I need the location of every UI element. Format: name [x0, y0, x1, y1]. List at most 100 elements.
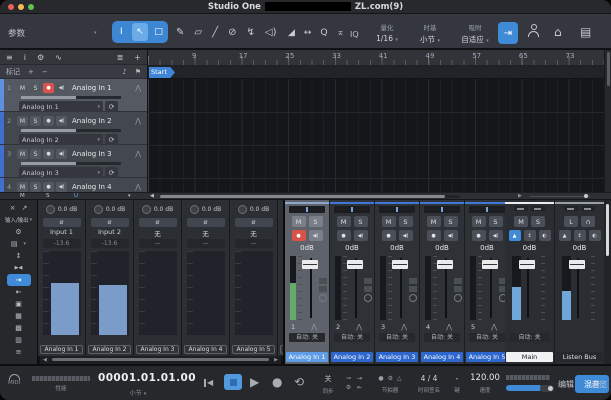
- channel-name-label[interactable]: Analog In 4: [421, 352, 463, 362]
- track-name[interactable]: Analog In 3: [69, 150, 133, 158]
- track-name[interactable]: Analog In 1: [69, 84, 133, 92]
- track-volume-slider[interactable]: [21, 162, 121, 165]
- external-devices-icon[interactable]: ▤: [11, 240, 18, 248]
- flag-icon[interactable]: ⚑: [135, 68, 141, 76]
- fader-value[interactable]: 0dB: [420, 244, 464, 253]
- input-source-name[interactable]: 无: [230, 228, 277, 238]
- mono-icon[interactable]: [364, 294, 372, 302]
- add-track-button[interactable]: +: [134, 53, 141, 62]
- input-refresh-button[interactable]: ⟳: [105, 167, 118, 178]
- scroll-right-icon[interactable]: ▶: [274, 357, 278, 363]
- fader-value[interactable]: 0dB: [330, 244, 374, 253]
- arrange-vertical-scrollbar[interactable]: [604, 50, 611, 192]
- solo-button[interactable]: S: [444, 216, 458, 227]
- input-channel-strip[interactable]: 0.0 dB ø 无 — Analog In 3: [134, 200, 182, 356]
- time-signature[interactable]: 4 / 4 时间签名: [412, 374, 446, 394]
- inputs-horizontal-scrollbar[interactable]: ◀ ▶: [40, 356, 281, 364]
- insert-slot-icon[interactable]: [454, 278, 462, 284]
- play-button[interactable]: ▶: [250, 375, 259, 389]
- metronome-controls[interactable]: ● ⚙ △ 节拍器: [372, 375, 408, 394]
- automation-mode-button[interactable]: 自动: 关: [509, 333, 550, 342]
- monitor-button[interactable]: ◀): [56, 182, 67, 192]
- input-source-name[interactable]: 无: [134, 228, 181, 238]
- record-arm-button[interactable]: ●: [292, 230, 306, 241]
- fader-handle[interactable]: [437, 260, 453, 269]
- phase-invert-button[interactable]: ø: [91, 218, 129, 227]
- bus-trim-knobs[interactable]: [562, 206, 598, 213]
- banks-collapse-icon[interactable]: ⇤: [16, 288, 22, 296]
- channel-strip[interactable]: M S ● ◀) 0dB: [285, 200, 330, 364]
- monitor-button[interactable]: ◀): [444, 230, 458, 241]
- autoscroll-button[interactable]: ⇥: [498, 22, 518, 44]
- send-slot-icon[interactable]: [409, 286, 417, 292]
- mute-button[interactable]: M: [292, 216, 306, 227]
- input-channel-strip[interactable]: 0.0 dB ø Input 2 -13.6 Analog In 2: [86, 200, 134, 356]
- record-arm-button[interactable]: ●: [43, 83, 54, 93]
- solo-button[interactable]: ∩: [581, 216, 595, 227]
- gain-knob[interactable]: [142, 205, 151, 214]
- zoom-in-icon[interactable]: ▶: [518, 193, 522, 200]
- loop-button[interactable]: ⟲: [294, 375, 304, 389]
- expand-channels-icon[interactable]: ↕: [16, 252, 22, 260]
- channel-strip[interactable]: M S ● ◀) 0dB: [375, 200, 420, 364]
- automation-mode-button[interactable]: 自动: 关: [289, 333, 325, 342]
- input-channel-strip[interactable]: 0.0 dB ø 无 — Analog In 5: [230, 200, 278, 356]
- remove-marker-button[interactable]: −: [42, 68, 48, 76]
- monitor-button[interactable]: ◀): [56, 116, 67, 126]
- arrow-tool-icon[interactable]: ↖: [132, 23, 148, 41]
- fade-icon[interactable]: ◢: [288, 28, 295, 38]
- channel-strip[interactable]: M S ● ◀) 0dB: [465, 200, 505, 364]
- insert-slot-icon[interactable]: [364, 278, 372, 284]
- track-row[interactable]: 2 M S ● ◀) Analog In 2 ⋀ Analog In 2▾ ⟳: [0, 112, 147, 145]
- gain-knob[interactable]: [238, 205, 247, 214]
- input-source-name[interactable]: 无: [182, 228, 229, 238]
- punch-out-icon[interactable]: ⇤: [357, 384, 362, 391]
- fader-handle[interactable]: [569, 260, 585, 269]
- timebase-selector[interactable]: 时基 小节 ▾: [410, 22, 450, 45]
- solo-button[interactable]: S: [354, 216, 368, 227]
- record-arm-button[interactable]: ●: [43, 182, 54, 192]
- pointer-tool-group[interactable]: I ↖ □: [112, 21, 168, 43]
- close-mixer-icon[interactable]: ×: [10, 204, 16, 212]
- mute-button[interactable]: M: [427, 216, 441, 227]
- send-slot-icon[interactable]: [319, 286, 327, 292]
- input-select[interactable]: Analog In 1▾: [19, 101, 103, 112]
- dim-button[interactable]: ↕: [524, 230, 536, 241]
- master-level-slider[interactable]: [506, 385, 542, 391]
- fader-value[interactable]: 0dB: [505, 244, 554, 253]
- pan-slider[interactable]: [334, 206, 370, 213]
- speaker-select-button[interactable]: ◐: [589, 230, 601, 241]
- monitor-button[interactable]: ◀): [309, 230, 323, 241]
- record-arm-button[interactable]: ●: [337, 230, 351, 241]
- channel-name-label[interactable]: Analog In 3: [376, 352, 418, 362]
- click-icon[interactable]: ●: [378, 375, 383, 382]
- insert-slot-icon[interactable]: [319, 278, 327, 284]
- record-arm-button[interactable]: ●: [472, 230, 486, 241]
- add-marker-button[interactable]: +: [28, 68, 34, 76]
- banks-panel-icon[interactable]: ⇥: [7, 274, 31, 286]
- input-source-name[interactable]: Input 2: [86, 228, 133, 238]
- fader-handle[interactable]: [347, 260, 363, 269]
- mono-check-button[interactable]: ▲: [559, 230, 571, 241]
- input-channel-label[interactable]: Analog In 4: [184, 345, 227, 354]
- monitor-button[interactable]: ◀): [56, 83, 67, 93]
- mute-button[interactable]: M: [514, 216, 528, 227]
- input-channel-label[interactable]: Analog In 5: [232, 345, 275, 354]
- metronome-settings-icon[interactable]: ⚙: [388, 375, 393, 382]
- stop-button[interactable]: [224, 374, 242, 390]
- input-select[interactable]: Analog In 3▾: [19, 167, 103, 178]
- dim-button[interactable]: ↕: [574, 230, 586, 241]
- user-profile-icon[interactable]: [528, 24, 539, 37]
- solo-button[interactable]: S: [489, 216, 503, 227]
- range-tool-icon[interactable]: I: [113, 23, 129, 41]
- phase-invert-button[interactable]: ø: [235, 218, 273, 227]
- channel-setup-icon[interactable]: ⚙: [15, 228, 21, 236]
- fader-handle[interactable]: [519, 260, 535, 269]
- pan-slider[interactable]: [289, 206, 325, 213]
- mono-icon[interactable]: [409, 294, 417, 302]
- quantize-selector[interactable]: 量化 1/16 ▾: [364, 22, 410, 43]
- record-arm-button[interactable]: ●: [382, 230, 396, 241]
- phase-invert-button[interactable]: ø: [139, 218, 177, 227]
- mute-button[interactable]: M: [337, 216, 351, 227]
- input-quantize-indicator[interactable]: IQ: [350, 30, 359, 39]
